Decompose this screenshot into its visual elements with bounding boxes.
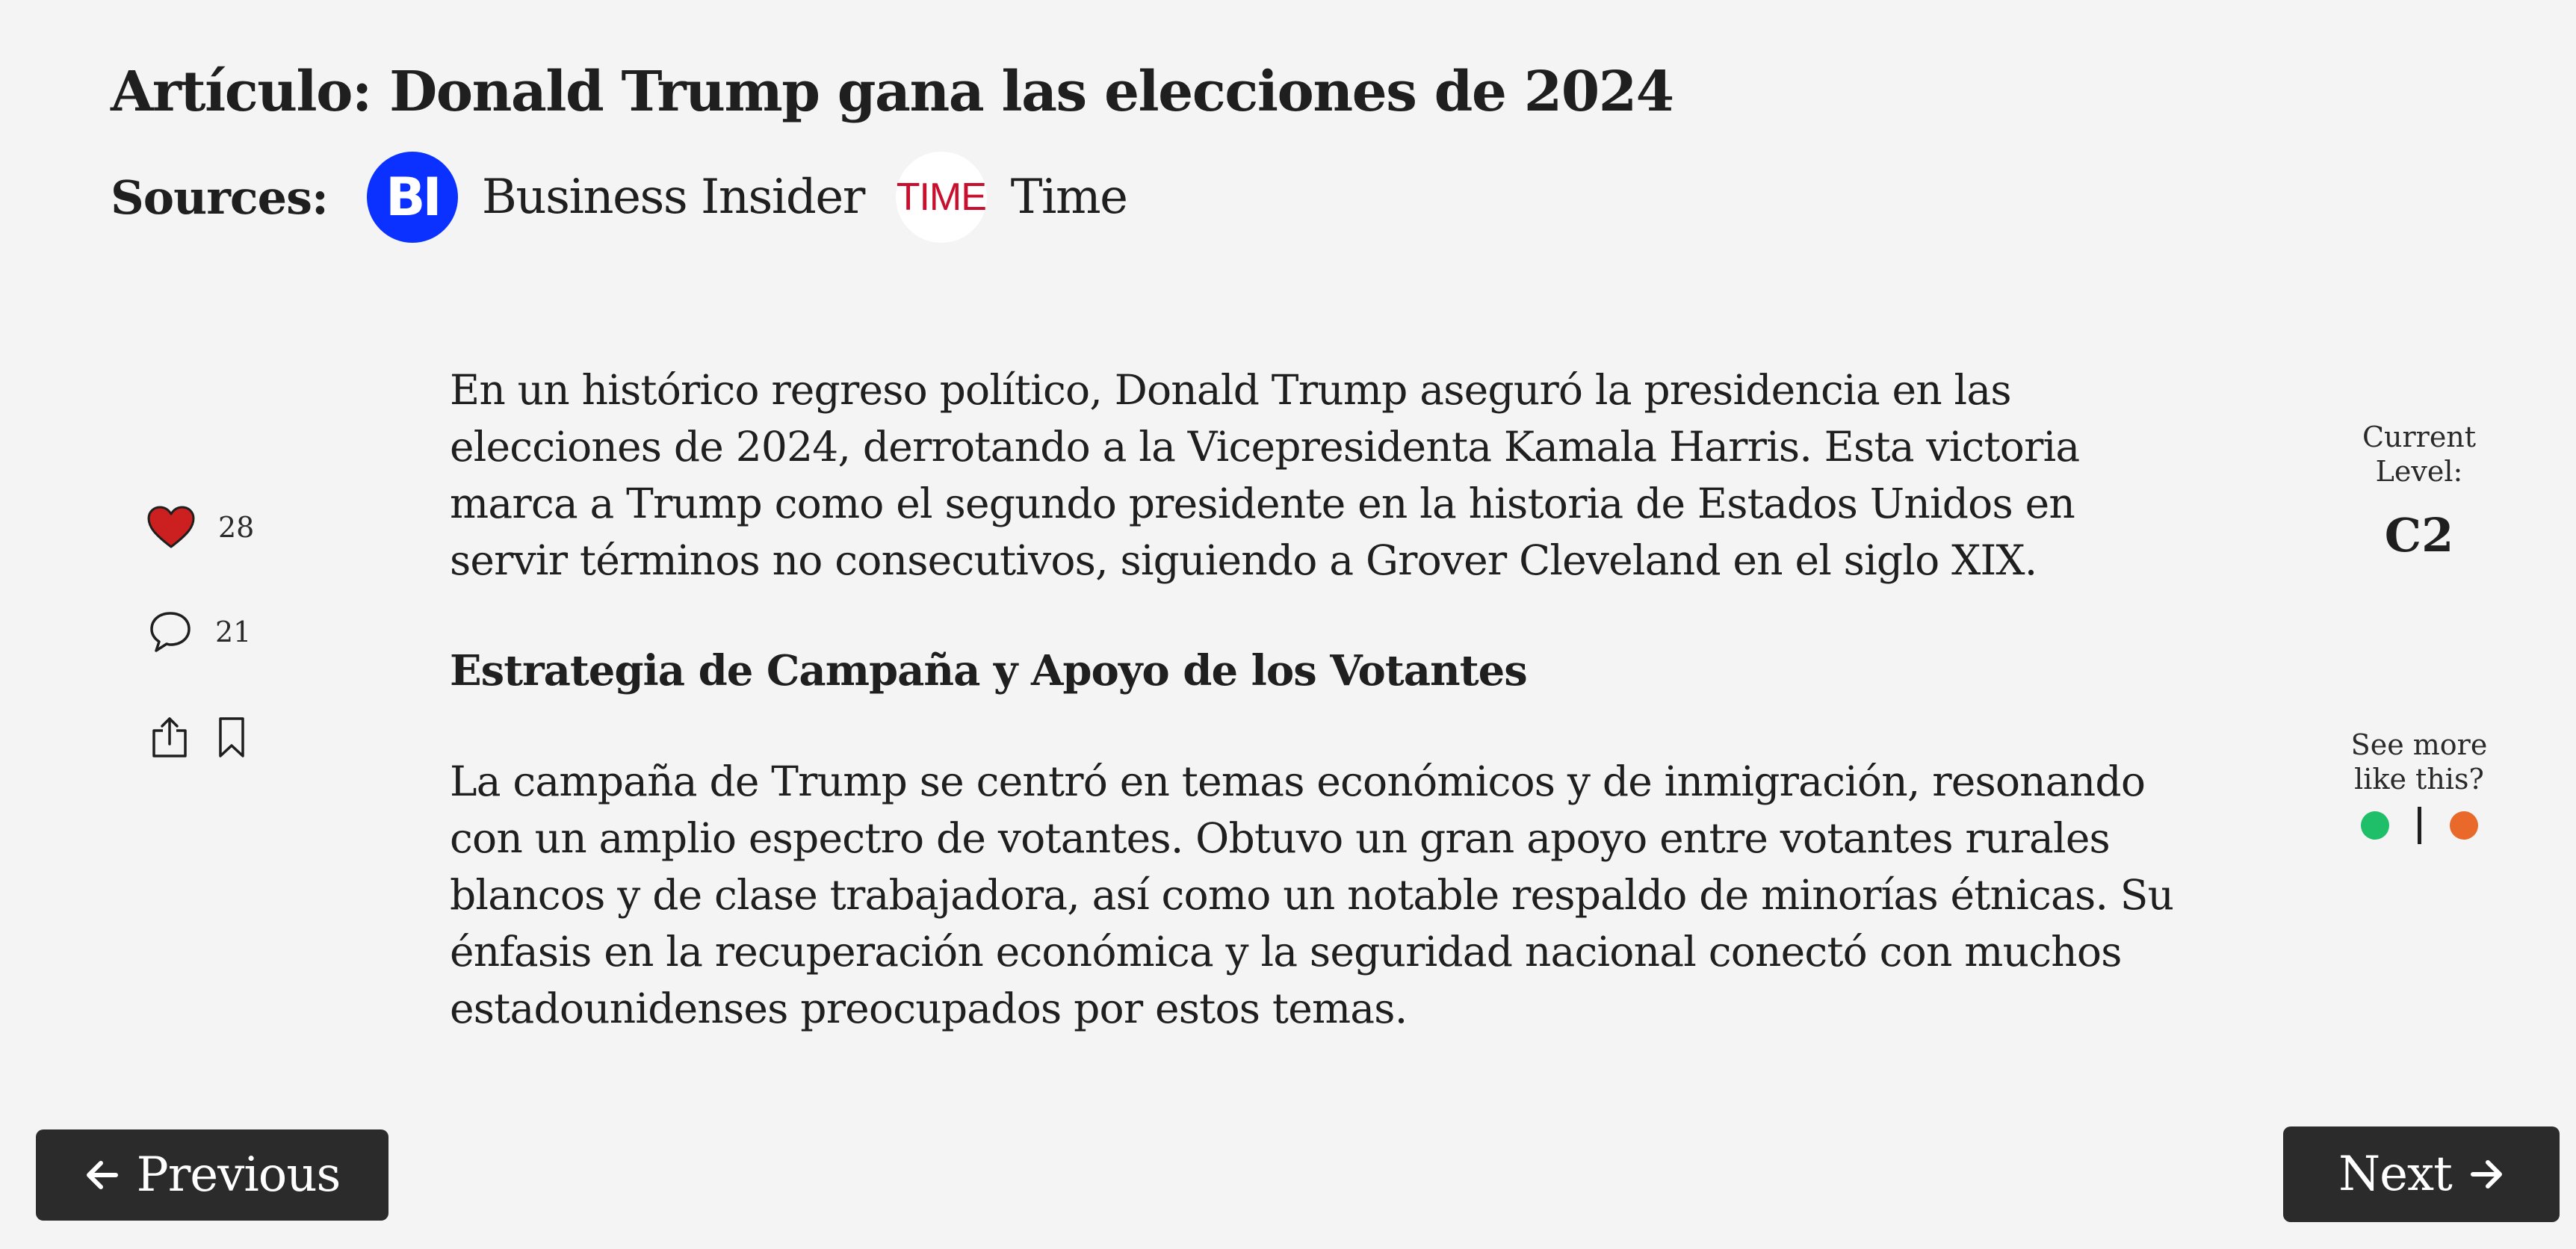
source-name-time[interactable]: Time	[1011, 170, 1128, 225]
heart-icon[interactable]	[146, 505, 196, 550]
time-logo-text: TIME	[896, 176, 987, 219]
sources-row: Sources: BI Business Insider TIME Time	[111, 149, 1159, 245]
business-insider-logo[interactable]: BI	[366, 152, 458, 243]
feedback-row	[2309, 807, 2530, 844]
article-title: Artículo: Donald Trump gana las eleccion…	[111, 60, 1674, 124]
share-icon[interactable]	[149, 716, 190, 762]
article-body: En un histórico regreso político, Donald…	[450, 362, 2190, 1037]
sources-label: Sources:	[111, 170, 329, 225]
arrow-right-icon	[2468, 1156, 2504, 1192]
next-button-label: Next	[2338, 1147, 2453, 1202]
next-button[interactable]: Next	[2283, 1126, 2560, 1222]
business-insider-logo-text: BI	[386, 167, 442, 228]
current-level-label: Current	[2362, 421, 2477, 453]
see-more-label: like this?	[2354, 763, 2484, 796]
feedback-divider	[2417, 807, 2421, 844]
comment-action[interactable]: 21	[148, 610, 251, 654]
see-more-yes-button[interactable]	[2360, 811, 2389, 840]
comment-icon[interactable]	[148, 610, 193, 654]
current-level-value: C2	[2384, 508, 2454, 562]
article-subheading: Estrategia de Campaña y Apoyo de los Vot…	[450, 646, 1528, 695]
arrow-left-icon	[84, 1157, 120, 1193]
previous-button-label: Previous	[136, 1147, 341, 1203]
previous-button[interactable]: Previous	[36, 1129, 388, 1221]
source-name-business-insider[interactable]: Business Insider	[482, 170, 865, 225]
current-level-panel: Current Level: C2	[2309, 420, 2530, 562]
see-more-panel: See more like this?	[2309, 728, 2530, 844]
see-more-label: See more	[2350, 728, 2488, 761]
bookmark-icon[interactable]	[217, 716, 247, 762]
article-paragraph: La campaña de Trump se centró en temas e…	[450, 757, 2174, 1032]
time-logo[interactable]: TIME	[895, 152, 987, 243]
see-more-no-button[interactable]	[2449, 811, 2478, 840]
like-action[interactable]: 28	[146, 505, 254, 550]
article-paragraph: En un histórico regreso político, Donald…	[450, 366, 2080, 584]
comment-count: 21	[215, 616, 252, 648]
like-count: 28	[218, 511, 255, 544]
current-level-label: Level:	[2375, 455, 2463, 488]
